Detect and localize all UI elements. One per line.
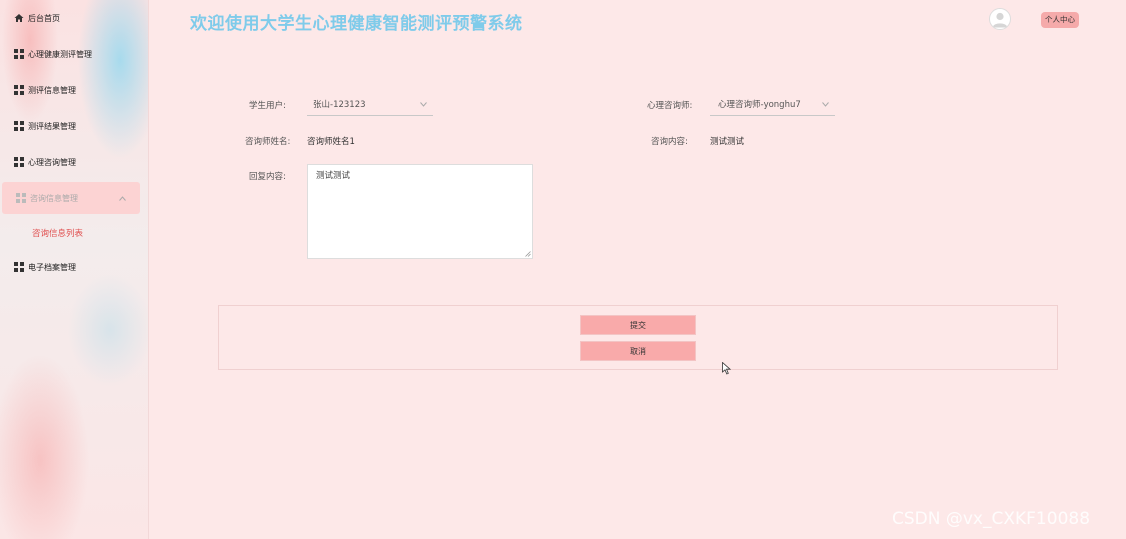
chevron-down-icon [420,94,427,116]
sidebar-item-consult-info[interactable]: 咨询信息管理 [2,182,140,214]
student-select-value: 张山-123123 [313,100,366,110]
sidebar-item-label: 测评结果管理 [28,121,76,131]
chevron-down-icon [822,94,829,116]
page-title: 欢迎使用大学生心理健康智能测评预警系统 [190,14,523,34]
student-select[interactable]: 张山-123123 [307,94,433,116]
sidebar-item-home[interactable]: 后台首页 [0,4,148,32]
counselor-name-label: 咨询师姓名: [245,137,291,147]
sidebar-item-e-archive[interactable]: 电子档案管理 [0,253,148,281]
counselor-select-value: 心理咨询师-yonghu7 [718,100,801,110]
submit-button[interactable]: 提交 [580,315,696,335]
resize-handle-icon[interactable] [525,251,531,257]
student-label: 学生用户: [249,101,286,111]
sidebar-item-label: 心理咨询管理 [28,157,76,167]
sidebar-item-label: 咨询信息管理 [30,193,78,203]
counselor-select[interactable]: 心理咨询师-yonghu7 [710,94,835,116]
grid-icon [16,193,26,203]
sidebar-item-mental-health-test[interactable]: 心理健康测评管理 [0,40,148,68]
grid-icon [14,121,24,131]
content-value: 测试测试 [710,137,745,147]
reply-label: 回复内容: [249,172,286,182]
sidebar: 后台首页 心理健康测评管理 测评信息管理 测评结果管理 心理咨询管理 咨询信息管… [0,0,149,539]
counselor-label: 心理咨询师: [647,101,693,111]
sidebar-item-label: 电子档案管理 [28,262,76,272]
watermark: CSDN @vx_CXKF10088 [892,509,1091,529]
reply-textarea[interactable]: 测试测试 [307,164,533,259]
sidebar-item-label: 测评信息管理 [28,85,76,95]
cancel-button[interactable]: 取消 [580,341,696,361]
mouse-cursor-icon [722,362,731,375]
sidebar-item-label: 后台首页 [28,13,60,23]
grid-icon [14,157,24,167]
sidebar-subitem-consult-list[interactable]: 咨询信息列表 [32,227,83,239]
sidebar-item-counseling[interactable]: 心理咨询管理 [0,148,148,176]
home-icon [14,13,24,23]
grid-icon [14,262,24,272]
content-label: 咨询内容: [651,137,688,147]
counselor-name-value: 咨询师姓名1 [307,137,355,147]
sidebar-item-test-info[interactable]: 测评信息管理 [0,76,148,104]
user-icon [992,12,1008,28]
sidebar-item-label: 心理健康测评管理 [28,49,92,59]
grid-icon [14,49,24,59]
avatar[interactable] [989,8,1011,30]
chevron-up-icon [119,194,126,203]
profile-button[interactable]: 个人中心 [1041,12,1079,28]
grid-icon [14,85,24,95]
sidebar-item-test-results[interactable]: 测评结果管理 [0,112,148,140]
